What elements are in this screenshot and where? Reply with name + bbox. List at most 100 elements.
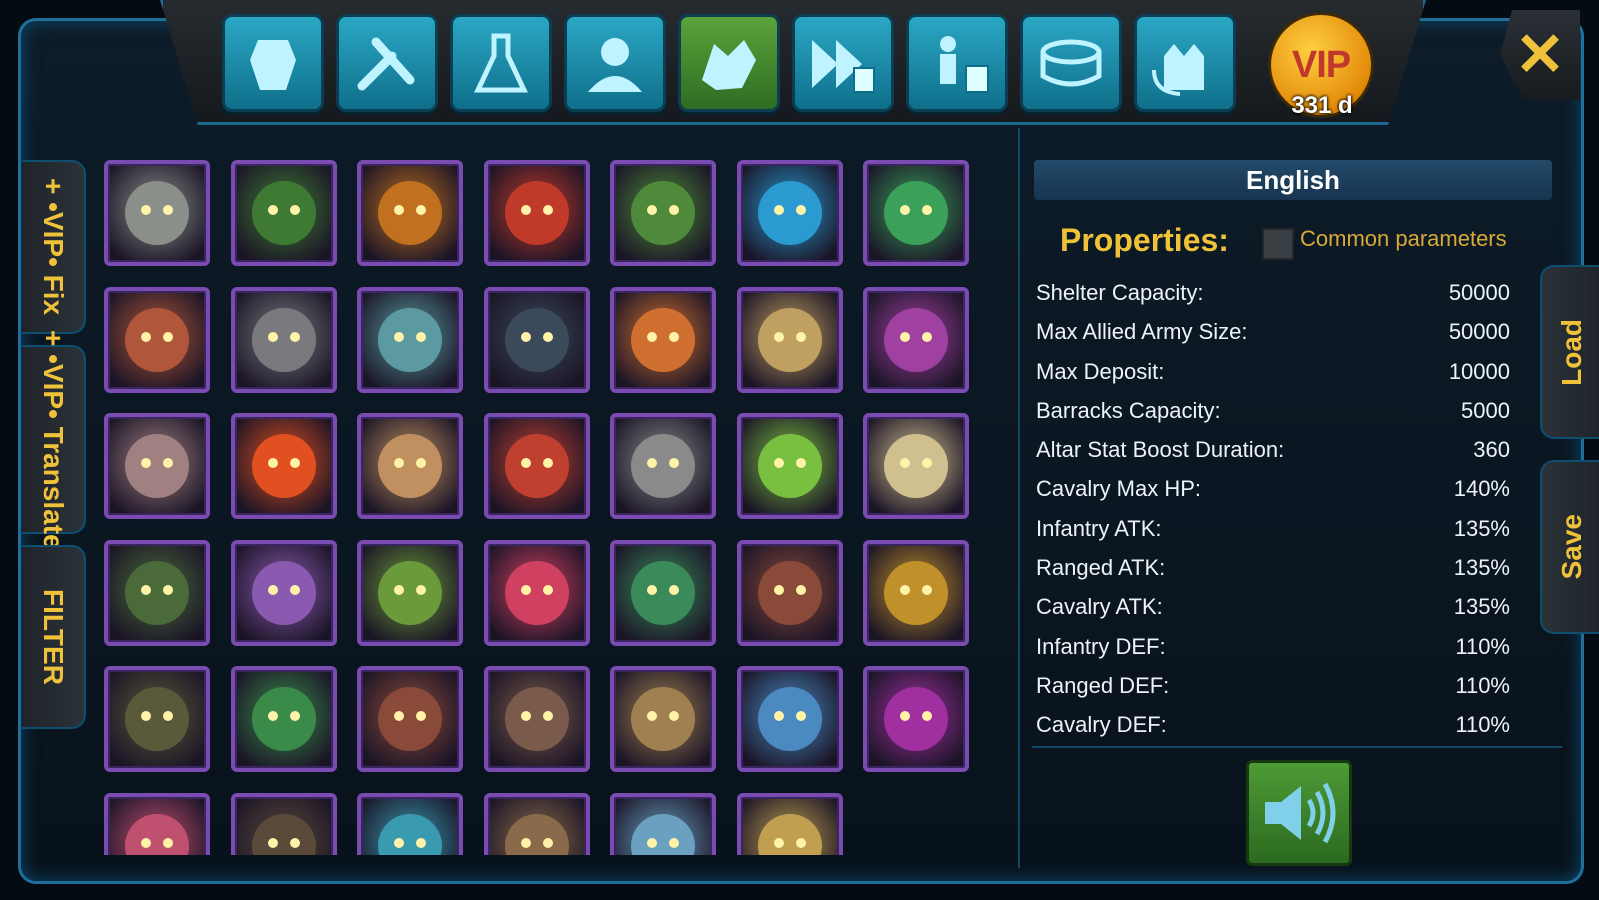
hero-slot[interactable]: [104, 666, 210, 772]
filter-label: FILTER: [38, 589, 69, 685]
speaker-icon: [1265, 782, 1336, 844]
property-value[interactable]: 110%: [1455, 673, 1510, 699]
hero-slot[interactable]: [104, 539, 210, 646]
vip-translate-tab[interactable]: + •VIP• Translate: [22, 330, 86, 549]
hero-slot[interactable]: [736, 666, 843, 772]
hero-slot[interactable]: [483, 413, 590, 519]
dragon-icon: [702, 40, 756, 90]
hero-portrait: [884, 560, 948, 625]
hero-slot[interactable]: [104, 160, 210, 266]
soldier-calc-icon: [940, 36, 989, 93]
hero-slot[interactable]: [736, 286, 843, 393]
toolbar-button-flask[interactable]: [450, 14, 552, 112]
hero-slot[interactable]: [483, 792, 590, 855]
hero-portrait: [884, 307, 948, 372]
filter-tab[interactable]: FILTER: [22, 545, 86, 729]
hero-slot[interactable]: [863, 539, 969, 646]
panel-separator: [1032, 746, 1562, 748]
hero-slot[interactable]: [104, 286, 210, 393]
property-row: Infantry ATK: 135%: [1030, 510, 1570, 549]
hero-portrait: [757, 181, 822, 245]
hero-slot[interactable]: [230, 286, 337, 393]
hero-portrait: [757, 687, 822, 751]
hero-slot[interactable]: [610, 666, 716, 772]
property-value[interactable]: 110%: [1455, 712, 1510, 738]
hero-slot[interactable]: [230, 539, 337, 646]
hero-slot[interactable]: [104, 792, 210, 855]
hero-slot[interactable]: [230, 792, 337, 855]
property-value[interactable]: 50000: [1449, 280, 1510, 306]
property-value[interactable]: 360: [1473, 437, 1510, 463]
hero-slot[interactable]: [357, 160, 463, 266]
hero-slot[interactable]: [863, 286, 969, 393]
hero-portrait: [757, 813, 822, 855]
vip-fix-tab[interactable]: + •VIP• Fix: [22, 160, 86, 334]
hero-slot[interactable]: [357, 286, 463, 393]
toolbar-button-tools[interactable]: [336, 14, 438, 112]
property-value[interactable]: 110%: [1455, 634, 1510, 660]
hero-slot[interactable]: [357, 539, 463, 646]
toolbar-button-fast-forward-calc[interactable]: [792, 14, 894, 112]
property-value[interactable]: 140%: [1454, 476, 1510, 502]
hero-portrait: [125, 560, 189, 625]
language-selector[interactable]: English: [1034, 160, 1552, 200]
hero-slot[interactable]: [863, 160, 969, 266]
close-icon: ✕: [1514, 21, 1566, 88]
hero-slot[interactable]: [483, 666, 590, 772]
hero-portrait: [884, 687, 948, 751]
hero-portrait: [757, 560, 822, 625]
hero-slot[interactable]: [863, 413, 969, 519]
toolbar-button-castle-refresh[interactable]: [1134, 14, 1236, 112]
hero-slot[interactable]: [230, 666, 337, 772]
hero-portrait: [125, 687, 189, 751]
hero-portrait: [631, 181, 695, 245]
hero-slot[interactable]: [610, 160, 716, 266]
toolbar-button-soldier-calc[interactable]: [906, 14, 1008, 112]
hero-slot[interactable]: [610, 286, 716, 393]
properties-panel: English Properties: Common parameters Sh…: [1030, 160, 1570, 746]
toolbar-button-user[interactable]: [564, 14, 666, 112]
property-row: Max Allied Army Size: 50000: [1030, 313, 1570, 352]
hero-slot[interactable]: [736, 792, 843, 855]
hero-slot[interactable]: [357, 792, 463, 855]
property-value[interactable]: 135%: [1454, 594, 1510, 620]
sound-button[interactable]: [1246, 760, 1352, 866]
toolbar-button-dragon[interactable]: [678, 14, 780, 112]
hero-portrait: [125, 813, 189, 855]
hero-portrait: [378, 181, 442, 245]
hero-portrait: [504, 181, 569, 245]
property-row: Shelter Capacity: 50000: [1030, 274, 1570, 313]
property-value[interactable]: 135%: [1454, 555, 1510, 581]
toolbar-button-armor[interactable]: [222, 14, 324, 112]
hero-slot[interactable]: [610, 413, 716, 519]
property-row: Cavalry Max HP: 140%: [1030, 470, 1570, 509]
property-value[interactable]: 135%: [1454, 516, 1510, 542]
property-value[interactable]: 10000: [1449, 359, 1510, 385]
property-name: Infantry ATK:: [1036, 515, 1162, 541]
toolbar-button-arena[interactable]: [1020, 14, 1122, 112]
hero-portrait: [251, 687, 316, 751]
hero-slot[interactable]: [736, 539, 843, 646]
property-row: Barracks Capacity: 5000: [1030, 392, 1570, 431]
common-parameters-checkbox[interactable]: [1262, 228, 1294, 260]
hero-slot[interactable]: [483, 160, 590, 266]
hero-slot[interactable]: [104, 413, 210, 519]
property-value[interactable]: 50000: [1449, 319, 1510, 345]
hero-slot[interactable]: [230, 160, 337, 266]
hero-slot[interactable]: [610, 539, 716, 646]
hero-portrait: [884, 434, 948, 498]
hero-slot[interactable]: [610, 792, 716, 855]
hero-slot[interactable]: [230, 413, 337, 519]
hero-slot[interactable]: [736, 413, 843, 519]
hero-slot[interactable]: [736, 160, 843, 266]
arena-icon: [1040, 39, 1102, 87]
property-value[interactable]: 5000: [1461, 398, 1510, 424]
hero-slot[interactable]: [483, 286, 590, 393]
hero-slot[interactable]: [357, 666, 463, 772]
hero-portrait: [378, 560, 442, 625]
hero-portrait: [884, 181, 948, 245]
hero-slot[interactable]: [483, 539, 590, 646]
hero-slot[interactable]: [863, 666, 969, 772]
vip-fix-label: + •VIP• Fix: [38, 178, 69, 316]
hero-slot[interactable]: [357, 413, 463, 519]
